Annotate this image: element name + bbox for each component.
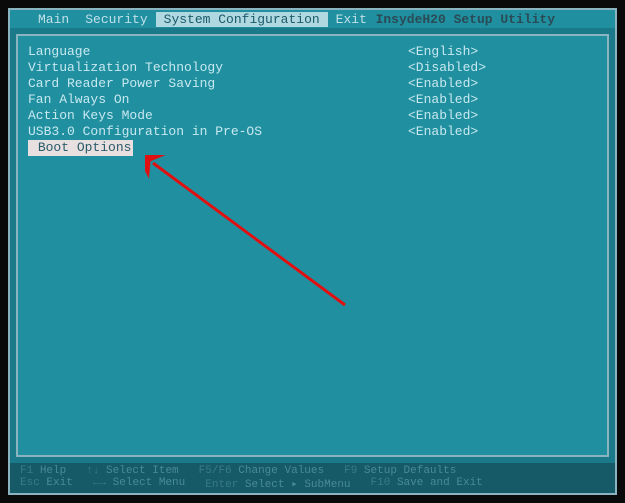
selected-highlight: ▸Boot Options: [28, 140, 133, 156]
setting-value: <Disabled>: [408, 60, 597, 76]
setting-label: Language: [28, 44, 408, 60]
setting-label: Fan Always On: [28, 92, 408, 108]
footer-row-2: Esc Exit ←→ Select Menu Enter Select ▸ S…: [20, 477, 605, 491]
exit-hint: Esc Exit: [20, 477, 73, 491]
tab-main[interactable]: Main: [30, 12, 77, 27]
setup-defaults-hint: F9 Setup Defaults: [344, 465, 456, 477]
tab-bar: Main Security System Configuration Exit: [10, 12, 375, 27]
setting-value: <Enabled>: [408, 108, 597, 124]
submenu-hint: Enter Select ▸ SubMenu: [205, 477, 350, 491]
bios-screen: Main Security System Configuration Exit …: [8, 8, 617, 495]
tab-security[interactable]: Security: [77, 12, 155, 27]
selected-label: Boot Options: [38, 140, 132, 155]
help-hint: F1 Help: [20, 465, 66, 477]
setting-value: <Enabled>: [408, 124, 597, 140]
change-values-hint: F5/F6 Change Values: [199, 465, 324, 477]
setting-virtualization[interactable]: Virtualization Technology <Disabled>: [28, 60, 597, 76]
utility-title: InsydeH20 Setup Utility: [376, 12, 555, 27]
select-item-hint: ↑↓ Select Item: [86, 465, 178, 477]
setting-usb3[interactable]: USB3.0 Configuration in Pre-OS <Enabled>: [28, 124, 597, 140]
tab-exit[interactable]: Exit: [328, 12, 375, 27]
setting-label: Card Reader Power Saving: [28, 76, 408, 92]
save-exit-hint: F10 Save and Exit: [371, 477, 483, 491]
setting-value: <Enabled>: [408, 76, 597, 92]
footer-bar: F1 Help ↑↓ Select Item F5/F6 Change Valu…: [10, 463, 615, 493]
setting-label: USB3.0 Configuration in Pre-OS: [28, 124, 408, 140]
setting-value: <English>: [408, 44, 597, 60]
setting-value: <Enabled>: [408, 92, 597, 108]
setting-label: Action Keys Mode: [28, 108, 408, 124]
header-bar: Main Security System Configuration Exit …: [10, 10, 615, 28]
setting-boot-options[interactable]: ▸Boot Options: [28, 140, 597, 156]
setting-fan[interactable]: Fan Always On <Enabled>: [28, 92, 597, 108]
setting-language[interactable]: Language <English>: [28, 44, 597, 60]
setting-card-reader[interactable]: Card Reader Power Saving <Enabled>: [28, 76, 597, 92]
submenu-arrow-icon: ▸: [30, 140, 38, 155]
tab-system-configuration[interactable]: System Configuration: [156, 12, 328, 27]
setting-label: Virtualization Technology: [28, 60, 408, 76]
setting-action-keys[interactable]: Action Keys Mode <Enabled>: [28, 108, 597, 124]
select-menu-hint: ←→ Select Menu: [93, 477, 185, 491]
content-panel: Language <English> Virtualization Techno…: [16, 34, 609, 457]
footer-row-1: F1 Help ↑↓ Select Item F5/F6 Change Valu…: [20, 465, 605, 477]
